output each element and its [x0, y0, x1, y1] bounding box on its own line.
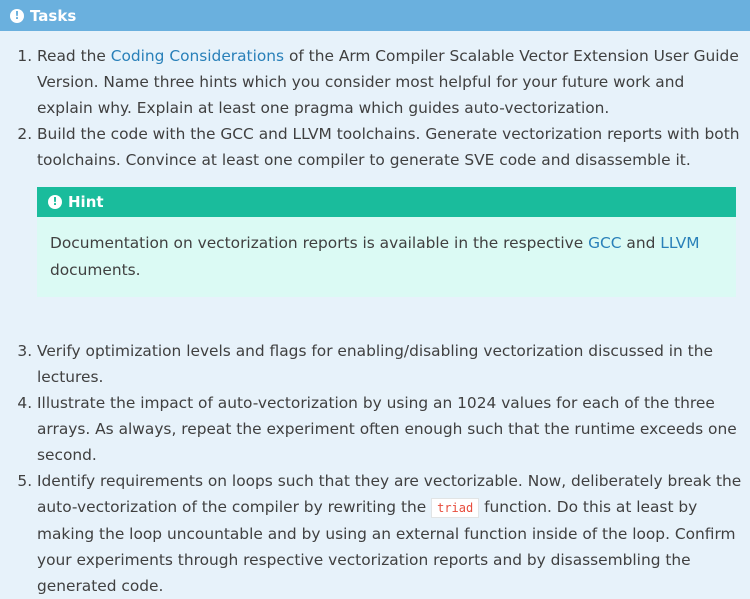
task-1-text-pre: Read the	[37, 47, 111, 65]
hint-text-pre: Documentation on vectorization reports i…	[50, 234, 589, 252]
hint-admonition: ! Hint Documentation on vectorization re…	[37, 187, 736, 297]
task-item-4: Illustrate the impact of auto-vectorizat…	[37, 390, 742, 468]
exclamation-circle-icon: !	[10, 8, 24, 23]
triad-code-literal: triad	[431, 498, 480, 518]
gcc-link[interactable]: GCC	[588, 234, 621, 252]
hint-body: Documentation on vectorization reports i…	[37, 217, 736, 297]
task-item-5: Identify requirements on loops such that…	[37, 468, 742, 599]
task-2-text: Build the code with the GCC and LLVM too…	[37, 125, 740, 169]
task-item-3: Verify optimization levels and flags for…	[37, 338, 742, 390]
tasks-title: Tasks	[30, 6, 77, 25]
task-3-text: Verify optimization levels and flags for…	[37, 342, 713, 386]
coding-considerations-link[interactable]: Coding Considerations	[111, 47, 284, 65]
hint-text-mid: and	[621, 234, 661, 252]
task-4-text: Illustrate the impact of auto-vectorizat…	[37, 394, 737, 464]
hint-title: Hint	[68, 193, 104, 211]
hint-title-bar: ! Hint	[37, 187, 736, 217]
exclamation-circle-icon: !	[48, 195, 62, 209]
tasks-admonition: ! Tasks Read the Coding Considerations o…	[0, 0, 750, 595]
tasks-list: Read the Coding Considerations of the Ar…	[0, 31, 750, 599]
task-item-2: Build the code with the GCC and LLVM too…	[37, 121, 742, 338]
task-item-1: Read the Coding Considerations of the Ar…	[37, 43, 742, 121]
hint-text-post: documents.	[50, 261, 141, 279]
tasks-title-bar: ! Tasks	[0, 0, 750, 31]
llvm-link[interactable]: LLVM	[660, 234, 699, 252]
